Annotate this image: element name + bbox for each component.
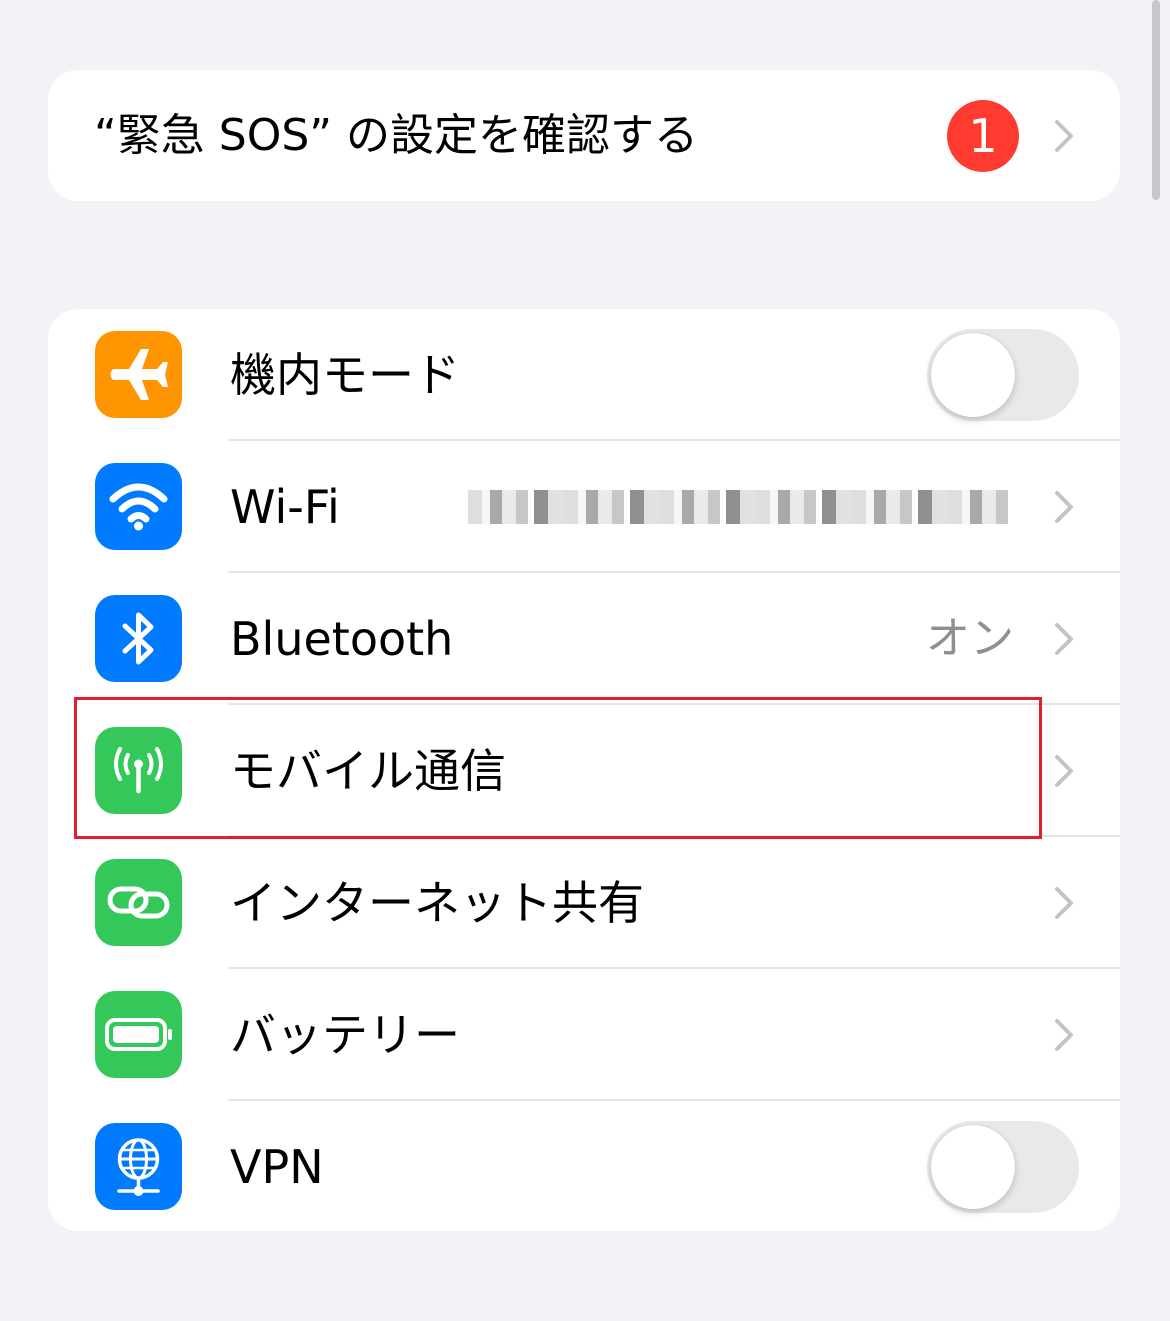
sos-settings-label: “緊急 SOS” の設定を確認する [94,110,699,161]
link-icon [95,859,182,946]
vpn-toggle[interactable] [927,1121,1079,1213]
airplane-icon [95,331,182,418]
chevron-right-icon [1055,623,1073,655]
battery-row[interactable]: バッテリー [48,969,1120,1101]
vpn-label: VPN [230,1140,324,1194]
chevron-right-icon [1055,491,1073,523]
personal-hotspot-row[interactable]: インターネット共有 [48,837,1120,969]
bluetooth-icon [95,595,182,682]
toggle-knob [931,1125,1015,1209]
wifi-label: Wi-Fi [230,480,340,534]
chevron-right-icon [1055,1019,1073,1051]
globe-network-icon [95,1123,182,1210]
airplane-mode-label: 機内モード [230,348,460,402]
chevron-right-icon [1055,887,1073,919]
airplane-mode-toggle[interactable] [927,329,1079,421]
wifi-row[interactable]: Wi-Fi [48,441,1120,573]
sos-settings-row[interactable]: “緊急 SOS” の設定を確認する 1 [48,70,1120,201]
notification-badge: 1 [947,100,1019,172]
bluetooth-status: オン [926,613,1014,664]
chevron-right-icon [1055,755,1073,787]
wifi-network-name-redacted [468,490,1008,524]
airplane-mode-row[interactable]: 機内モード [48,309,1120,441]
vpn-row[interactable]: VPN [48,1101,1120,1231]
toggle-knob [931,333,1015,417]
highlight-box [74,697,1042,839]
battery-label: バッテリー [230,1008,460,1062]
chevron-right-icon [1055,120,1073,152]
sos-settings-card: “緊急 SOS” の設定を確認する 1 [48,70,1120,201]
personal-hotspot-label: インターネット共有 [230,876,644,930]
wifi-icon [95,463,182,550]
bluetooth-row[interactable]: Bluetooth オン [48,573,1120,705]
scrollbar[interactable] [1152,0,1160,200]
battery-icon [95,991,182,1078]
bluetooth-label: Bluetooth [230,612,454,666]
